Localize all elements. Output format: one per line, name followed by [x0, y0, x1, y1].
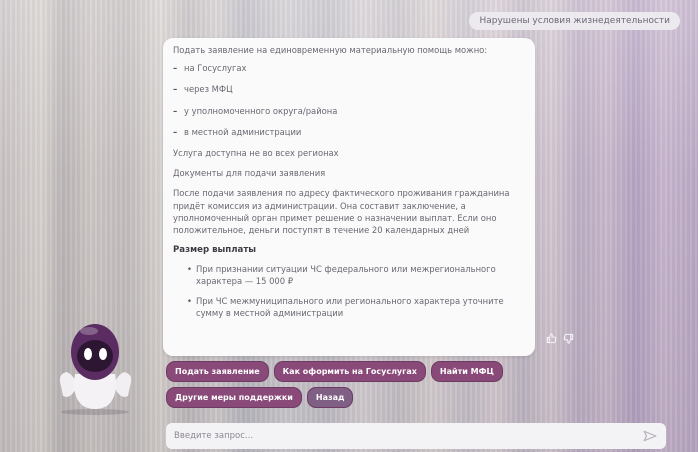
list-item: через МФЦ — [173, 83, 525, 95]
message-input-bar — [166, 423, 666, 449]
list-item: на Госуслугах — [173, 62, 525, 74]
thumbs-down-icon[interactable] — [563, 333, 574, 347]
user-message-text: Нарушены условия жизнедеятельности — [479, 16, 670, 26]
documents-link[interactable]: Документы для подачи заявления — [173, 167, 525, 179]
other-support-measures-button[interactable]: Другие меры поддержки — [166, 387, 302, 408]
answer-feedback — [546, 333, 574, 347]
quick-replies: Подать заявление Как оформить на Госуслу… — [166, 361, 546, 408]
user-message-bubble: Нарушены условия жизнедеятельности — [469, 12, 680, 30]
submit-application-button[interactable]: Подать заявление — [166, 361, 269, 382]
answer-intro: Подать заявление на единовременную матер… — [173, 45, 488, 55]
back-button[interactable]: Назад — [306, 387, 354, 408]
application-channels-list: на Госуслугах через МФЦ у уполномоченног… — [173, 62, 525, 138]
list-item: При признании ситуации ЧС федерального и… — [187, 263, 525, 287]
assistant-mascot — [53, 316, 138, 416]
amounts-list: При признании ситуации ЧС федерального и… — [173, 263, 525, 320]
process-description: После подачи заявления по адресу фактиче… — [173, 188, 510, 235]
thumbs-up-icon[interactable] — [546, 333, 557, 347]
find-mfc-button[interactable]: Найти МФЦ — [430, 361, 503, 382]
availability-note: Услуга доступна не во всех регионах — [173, 147, 339, 158]
amounts-heading: Размер выплаты — [173, 245, 257, 256]
send-icon[interactable] — [642, 429, 658, 443]
list-item: в местной администрации — [173, 126, 525, 138]
list-item: у уполномоченного округа/района — [173, 105, 525, 117]
how-to-apply-gosuslugi-button[interactable]: Как оформить на Госуслугах — [273, 361, 426, 382]
list-item: При ЧС межмуниципального или регионально… — [187, 295, 525, 319]
assistant-answer-card: Подать заявление на единовременную матер… — [163, 38, 535, 356]
message-input[interactable] — [174, 431, 642, 441]
